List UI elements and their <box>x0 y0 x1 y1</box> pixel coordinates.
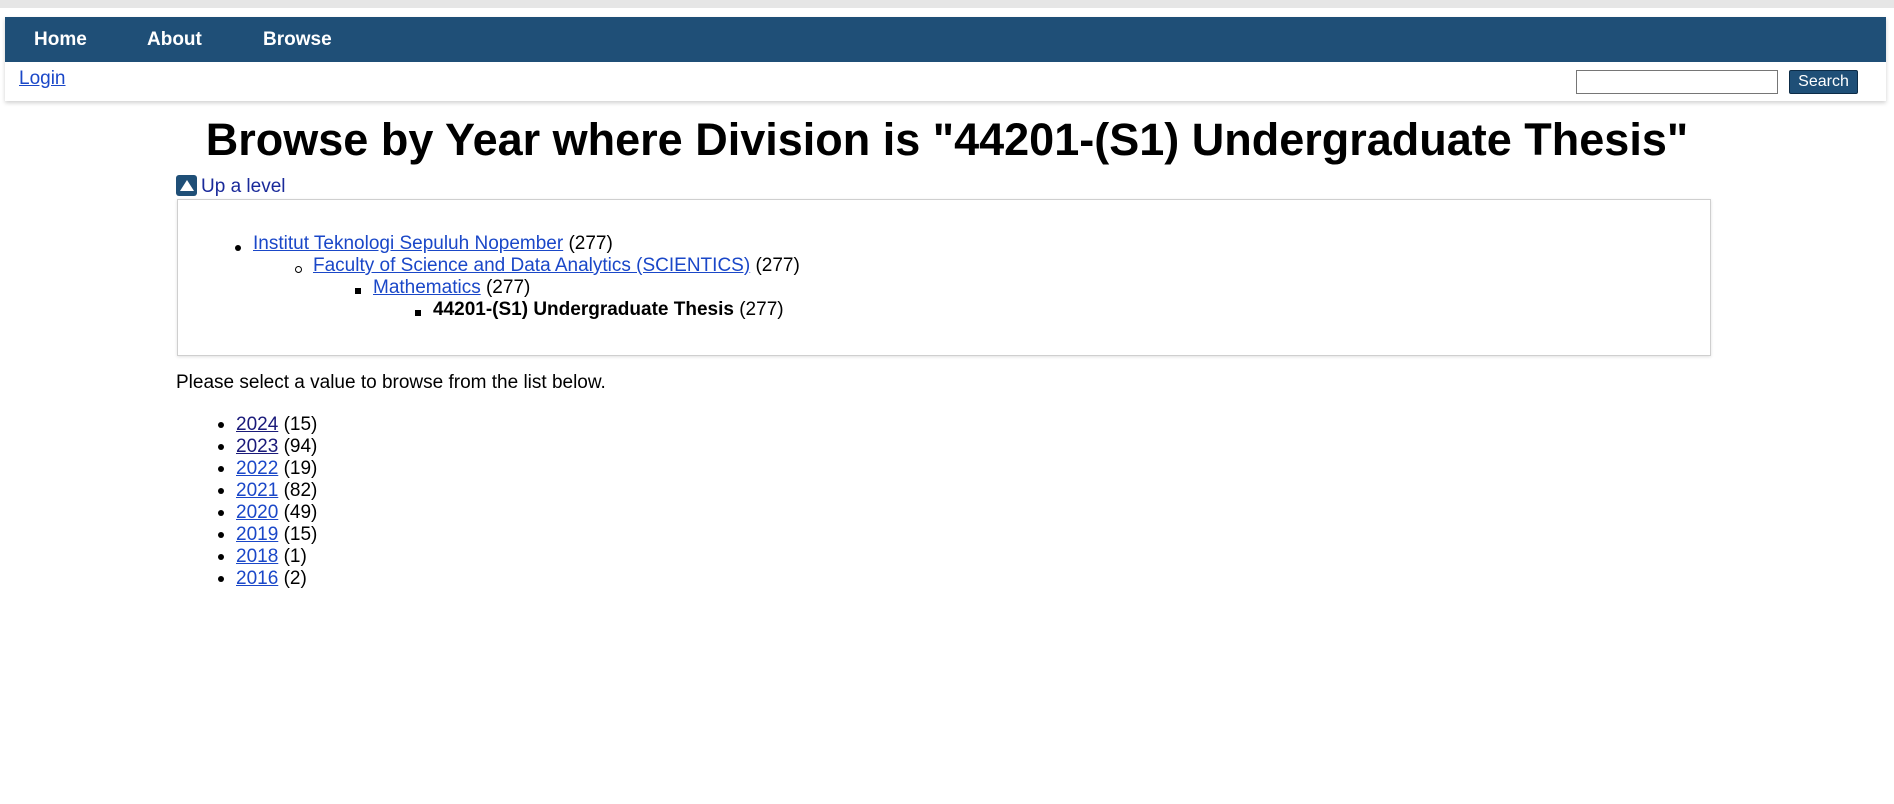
site-header: Home About Browse Login Search <box>5 17 1886 101</box>
year-count: (49) <box>283 502 318 523</box>
year-count: (15) <box>283 414 318 435</box>
year-list-item: 2016 (2) <box>236 568 307 590</box>
hierarchy-item-institute: Institut Teknologi Sepuluh Nopember (277… <box>253 233 613 255</box>
division-hierarchy-box: Institut Teknologi Sepuluh Nopember (277… <box>177 199 1711 356</box>
list-bullet <box>415 310 421 316</box>
hierarchy-count: (277) <box>755 255 800 276</box>
year-list-item: 2020 (49) <box>236 502 317 524</box>
hierarchy-item-faculty: Faculty of Science and Data Analytics (S… <box>313 255 800 277</box>
year-link-2021[interactable]: 2021 <box>236 480 278 501</box>
search-input[interactable] <box>1576 70 1778 94</box>
list-bullet <box>218 422 224 428</box>
hierarchy-link-mathematics[interactable]: Mathematics <box>373 277 481 298</box>
year-count: (1) <box>283 546 307 567</box>
year-list-item: 2018 (1) <box>236 546 307 568</box>
year-count: (19) <box>283 458 318 479</box>
search-button[interactable]: Search <box>1789 70 1858 94</box>
browse-instruction: Please select a value to browse from the… <box>176 372 606 393</box>
main-navbar: Home About Browse <box>5 17 1886 62</box>
nav-about-link[interactable]: About <box>147 17 202 62</box>
list-bullet <box>218 510 224 516</box>
nav-home-link[interactable]: Home <box>34 17 87 62</box>
hierarchy-item-department: Mathematics (277) <box>373 277 530 299</box>
list-bullet <box>218 488 224 494</box>
year-count: (82) <box>283 480 318 501</box>
nav-browse-link[interactable]: Browse <box>263 17 332 62</box>
list-bullet <box>218 576 224 582</box>
year-count: (15) <box>283 524 318 545</box>
year-link-2016[interactable]: 2016 <box>236 568 278 589</box>
up-arrow-icon <box>176 175 197 196</box>
hierarchy-link-faculty[interactable]: Faculty of Science and Data Analytics (S… <box>313 255 750 276</box>
list-bullet <box>218 466 224 472</box>
year-link-2024[interactable]: 2024 <box>236 414 278 435</box>
up-a-level-label: Up a level <box>201 176 286 197</box>
list-bullet <box>355 288 361 294</box>
hierarchy-count: (277) <box>739 299 784 320</box>
list-bullet <box>218 554 224 560</box>
year-link-2019[interactable]: 2019 <box>236 524 278 545</box>
list-bullet <box>218 444 224 450</box>
page-title: Browse by Year where Division is "44201-… <box>205 114 1689 165</box>
hierarchy-link-institute[interactable]: Institut Teknologi Sepuluh Nopember <box>253 233 563 254</box>
hierarchy-count: (277) <box>568 233 613 254</box>
year-link-2018[interactable]: 2018 <box>236 546 278 567</box>
year-link-2020[interactable]: 2020 <box>236 502 278 523</box>
list-bullet <box>295 266 302 273</box>
list-bullet <box>218 532 224 538</box>
hierarchy-count: (277) <box>485 277 531 298</box>
year-count: (94) <box>283 436 318 457</box>
year-list-item: 2024 (15) <box>236 414 317 436</box>
year-list-item: 2022 (19) <box>236 458 317 480</box>
hierarchy-current-division: 44201-(S1) Undergraduate Thesis <box>433 299 734 320</box>
year-list-item: 2023 (94) <box>236 436 317 458</box>
year-list-item: 2021 (82) <box>236 480 317 502</box>
hierarchy-item-division: 44201-(S1) Undergraduate Thesis (277) <box>433 299 784 321</box>
year-link-2022[interactable]: 2022 <box>236 458 278 479</box>
browser-top-strip <box>0 0 1894 8</box>
login-link[interactable]: Login <box>19 68 66 90</box>
year-list-item: 2019 (15) <box>236 524 317 546</box>
year-link-2023[interactable]: 2023 <box>236 436 278 457</box>
year-count: (2) <box>283 568 307 589</box>
up-a-level-link[interactable]: Up a level <box>176 174 286 198</box>
list-bullet <box>235 245 241 251</box>
